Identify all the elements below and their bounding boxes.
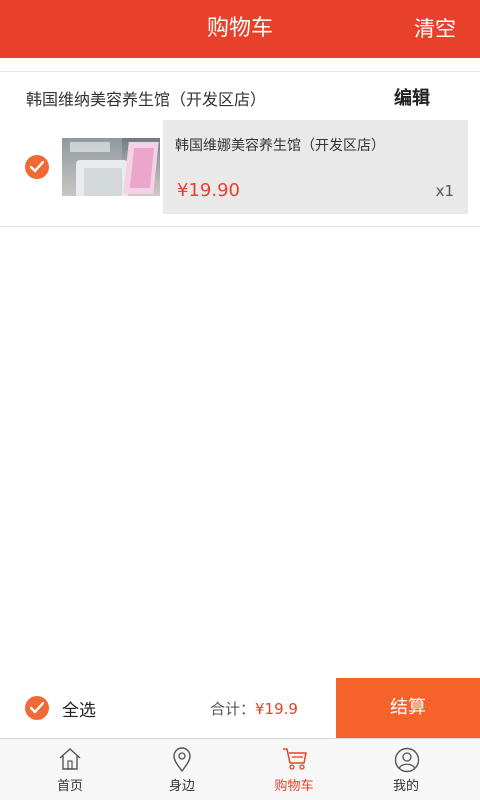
total: 合计：¥19.9 <box>210 698 298 719</box>
bottom-tab-bar: 首页 身边 购物车 我的 <box>0 738 480 800</box>
total-value: ¥19.9 <box>255 700 298 718</box>
total-label: 合计： <box>210 700 256 718</box>
tab-cart[interactable]: 购物车 <box>234 739 354 800</box>
clear-button[interactable]: 清空 <box>414 0 456 58</box>
checkout-bar: 全选 合计：¥19.9 结算 <box>0 678 480 738</box>
tab-label: 首页 <box>56 779 83 794</box>
page-title: 购物车 <box>206 16 273 41</box>
user-icon <box>394 747 420 773</box>
select-all-checkbox[interactable] <box>25 696 49 720</box>
cart-item[interactable]: 韩国维娜美容养生馆（开发区店） ¥19.90 x1 <box>0 120 480 214</box>
item-quantity: x1 <box>435 182 454 200</box>
store-name: 韩国维纳美容养生馆（开发区店） <box>26 90 267 109</box>
checkout-button[interactable]: 结算 <box>336 678 480 738</box>
select-all-label[interactable]: 全选 <box>62 696 96 721</box>
item-name: 韩国维娜美容养生馆（开发区店） <box>175 138 385 154</box>
store-header: 韩国维纳美容养生馆（开发区店） 编辑 <box>0 72 480 120</box>
item-details[interactable]: 韩国维娜美容养生馆（开发区店） ¥19.90 x1 <box>163 120 468 214</box>
divider <box>0 226 480 227</box>
tab-home[interactable]: 首页 <box>10 739 130 800</box>
tab-nearby[interactable]: 身边 <box>122 739 242 800</box>
tab-label: 身边 <box>168 779 195 794</box>
item-checkbox[interactable] <box>25 155 49 179</box>
tab-label: 购物车 <box>274 779 314 794</box>
item-thumbnail[interactable] <box>62 138 160 196</box>
cart-icon <box>283 748 307 770</box>
tab-profile[interactable]: 我的 <box>346 739 466 800</box>
home-icon <box>59 748 81 770</box>
top-bar: 购物车 清空 <box>0 0 480 58</box>
checkmark-icon <box>30 702 44 714</box>
item-price: ¥19.90 <box>177 180 240 201</box>
location-pin-icon <box>173 747 191 773</box>
checkmark-icon <box>30 161 44 173</box>
tab-label: 我的 <box>392 779 419 794</box>
edit-button[interactable]: 编辑 <box>394 84 430 110</box>
